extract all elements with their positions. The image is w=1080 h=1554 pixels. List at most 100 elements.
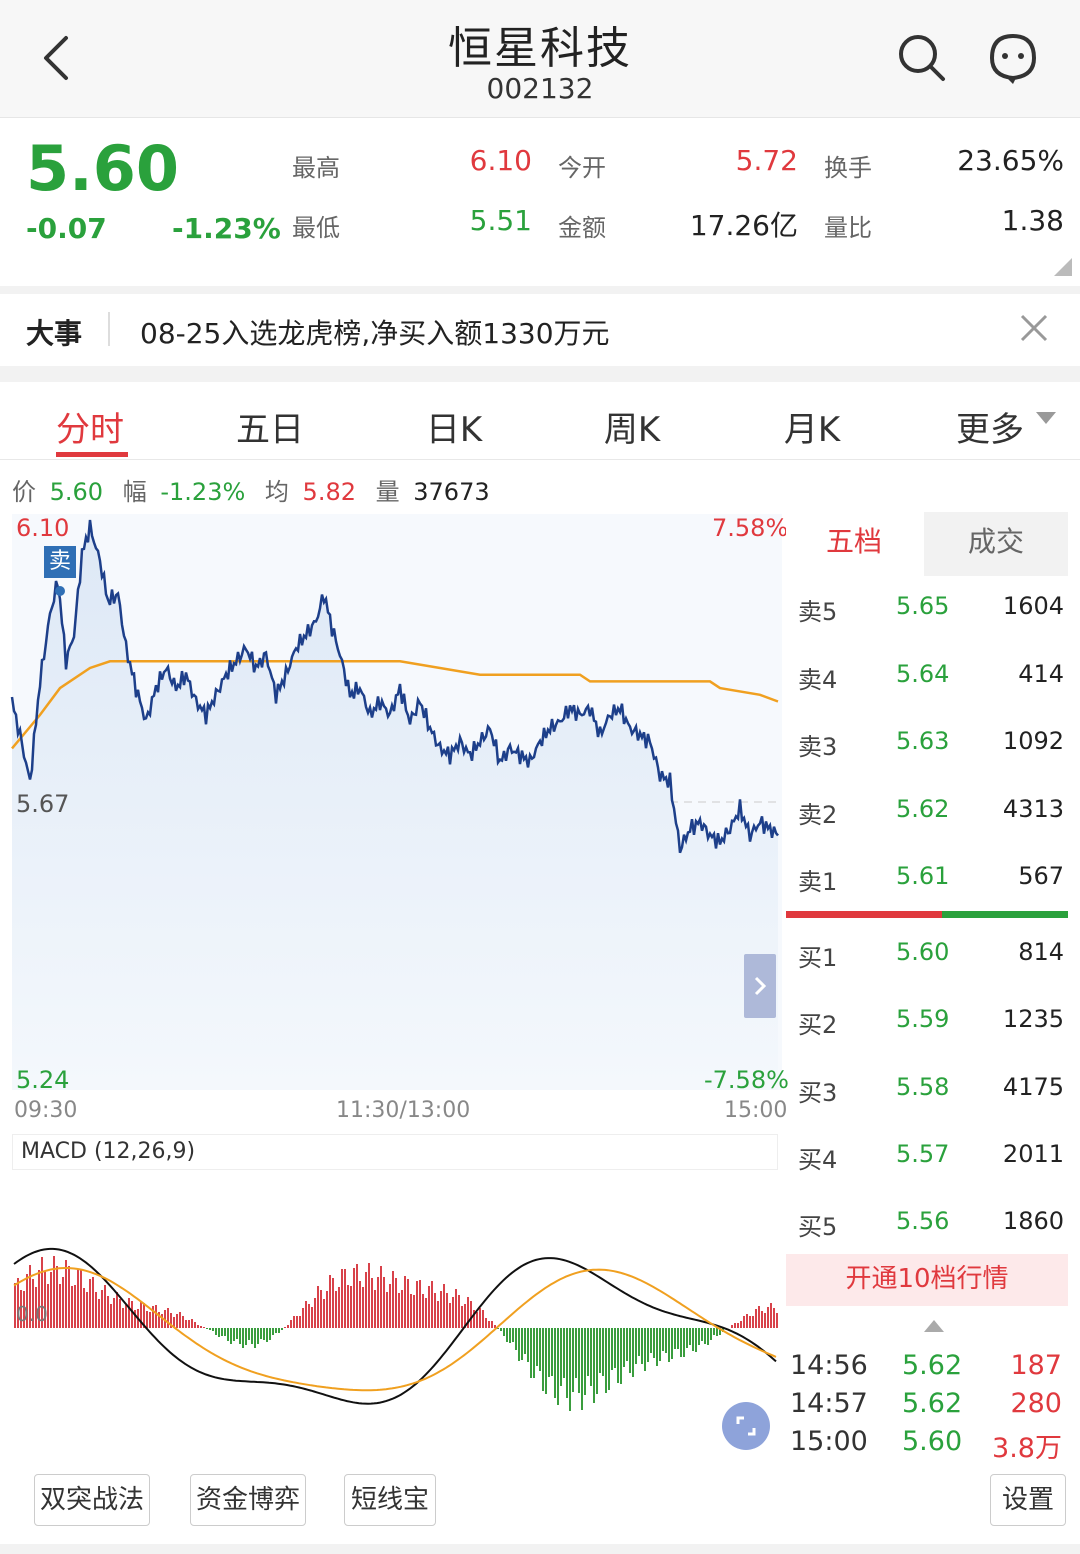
ask-row[interactable]: 卖2 5.62 4313: [786, 795, 1068, 835]
macd-bar: [236, 1328, 238, 1339]
tab-deals[interactable]: 成交: [924, 512, 1068, 576]
macd-bar: [296, 1316, 298, 1328]
intraday-chart[interactable]: [0, 506, 786, 1100]
bid-row[interactable]: 买3 5.58 4175: [786, 1073, 1068, 1113]
sell-marker-dot: [55, 586, 65, 596]
macd-bar: [629, 1328, 631, 1373]
amount-value: 17.26亿: [689, 209, 798, 242]
bid-row[interactable]: 买2 5.59 1235: [786, 1005, 1068, 1045]
news-label: 大事: [26, 317, 83, 350]
macd-bar: [50, 1272, 52, 1328]
short-line-button[interactable]: 短线宝: [344, 1474, 436, 1526]
close-icon[interactable]: [1018, 312, 1050, 344]
open-10-level-button[interactable]: 开通10档行情: [786, 1254, 1068, 1306]
macd-bar: [104, 1285, 106, 1328]
price-change-pct: -1.23%: [172, 212, 281, 245]
trade-time: 14:57: [790, 1388, 868, 1419]
customer-service-button[interactable]: [984, 30, 1042, 86]
trade-row: 14:56 5.62 187: [790, 1350, 1070, 1386]
y-mid-label: 5.67: [16, 790, 70, 818]
macd-label[interactable]: MACD (12,26,9): [12, 1134, 778, 1170]
tab-day-k[interactable]: 日K: [394, 402, 514, 451]
ask-row[interactable]: 卖3 5.63 1092: [786, 727, 1068, 767]
info-vol-label: 量: [375, 478, 400, 506]
macd-bar: [527, 1328, 529, 1362]
capital-game-button[interactable]: 资金博弈: [190, 1474, 306, 1526]
macd-bar: [617, 1328, 619, 1383]
active-tab-indicator: [56, 452, 128, 457]
macd-bar: [248, 1328, 250, 1340]
macd-bar: [458, 1295, 460, 1328]
ask-volume: 1604: [1002, 592, 1064, 620]
macd-bar: [470, 1301, 472, 1328]
macd-bar: [551, 1328, 553, 1376]
macd-bar: [374, 1290, 376, 1328]
macd-zero-label: 0.0: [16, 1302, 48, 1326]
macd-bar: [377, 1277, 379, 1328]
fullscreen-icon: [736, 1416, 756, 1436]
macd-bar: [656, 1328, 658, 1366]
tab-five-day[interactable]: 五日: [210, 402, 330, 451]
macd-bar: [704, 1328, 706, 1344]
tab-week-k[interactable]: 周K: [572, 402, 692, 451]
macd-bar: [422, 1294, 424, 1328]
macd-bar: [449, 1303, 451, 1328]
macd-bar: [701, 1328, 703, 1341]
macd-bar: [614, 1328, 616, 1368]
macd-bar: [155, 1305, 157, 1328]
turnover-value: 23.65%: [957, 144, 1064, 177]
tab-intraday[interactable]: 分时: [30, 402, 150, 451]
macd-bar: [530, 1328, 532, 1378]
macd-bar: [488, 1321, 490, 1328]
macd-bar: [125, 1305, 127, 1328]
bid-volume: 4175: [1002, 1072, 1064, 1101]
macd-bar: [305, 1301, 307, 1328]
expand-panel-button[interactable]: [744, 954, 776, 1018]
macd-bar: [545, 1328, 547, 1394]
macd-bar: [566, 1328, 568, 1398]
fullscreen-button[interactable]: [722, 1402, 770, 1450]
expand-corner-icon[interactable]: [1054, 258, 1072, 276]
macd-bar: [773, 1308, 775, 1328]
macd-bar: [428, 1286, 430, 1328]
macd-bar: [101, 1290, 103, 1328]
macd-bar: [410, 1294, 412, 1328]
news-banner[interactable]: 大事 08-25入选龙虎榜,净买入额1330万元: [0, 294, 1080, 366]
macd-bar: [254, 1328, 256, 1348]
bid-row[interactable]: 买1 5.60 814: [786, 938, 1068, 978]
macd-bar: [605, 1328, 607, 1393]
macd-bar: [635, 1328, 637, 1364]
macd-bar: [752, 1316, 754, 1328]
ask-row[interactable]: 卖5 5.65 1604: [786, 592, 1068, 632]
macd-bar: [350, 1286, 352, 1328]
info-range-label: 幅: [122, 478, 147, 506]
macd-bar: [80, 1270, 82, 1328]
dual-breakout-button[interactable]: 双突战法: [34, 1474, 150, 1526]
macd-bar: [65, 1260, 67, 1328]
tab-more[interactable]: 更多: [930, 402, 1050, 451]
settings-button[interactable]: 设置: [990, 1474, 1066, 1526]
macd-bar: [179, 1312, 181, 1328]
bid-ask-bar-green: [942, 911, 1068, 918]
ask-row[interactable]: 卖4 5.64 414: [786, 660, 1068, 700]
crosshair-info: 价 5.60 幅 -1.23% 均 5.82 量 37673: [12, 472, 496, 507]
bid-row[interactable]: 买5 5.56 1860: [786, 1207, 1068, 1247]
ask-row[interactable]: 卖1 5.61 567: [786, 862, 1068, 902]
macd-bar: [398, 1293, 400, 1328]
macd-bar: [131, 1301, 133, 1328]
macd-bar: [401, 1290, 403, 1328]
macd-bar: [206, 1328, 208, 1329]
macd-bar: [611, 1328, 613, 1370]
bid-row[interactable]: 买4 5.57 2011: [786, 1140, 1068, 1180]
macd-bar: [128, 1298, 130, 1328]
search-button[interactable]: [896, 32, 948, 84]
trade-volume: 280: [1010, 1388, 1062, 1419]
macd-bar: [533, 1328, 535, 1378]
sell-marker[interactable]: 卖: [44, 546, 76, 578]
tab-month-k[interactable]: 月K: [752, 402, 872, 451]
tab-five-level[interactable]: 五档: [786, 512, 922, 576]
bid-volume: 814: [1018, 938, 1064, 966]
macd-bar: [317, 1286, 319, 1328]
caret-up-icon[interactable]: [924, 1320, 944, 1334]
macd-bar: [389, 1284, 391, 1328]
